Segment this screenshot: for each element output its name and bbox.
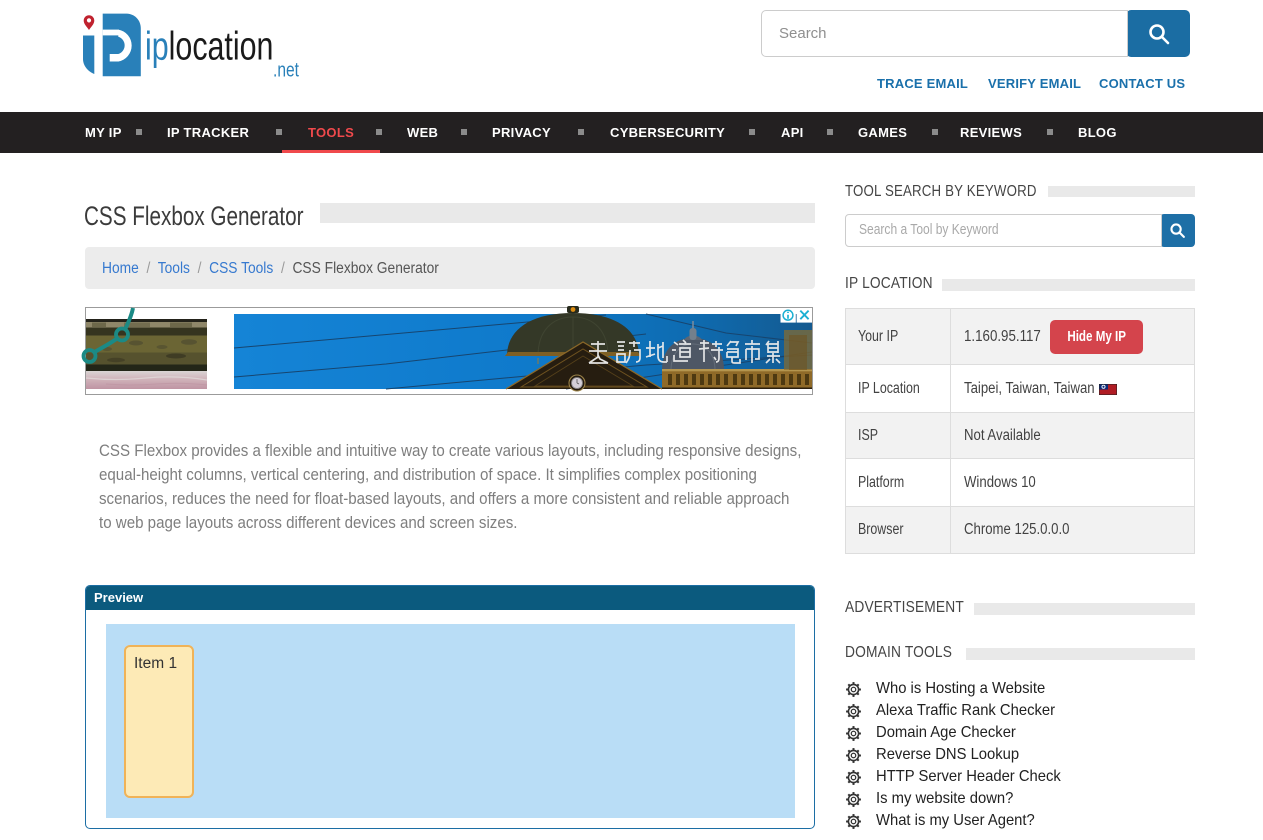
svg-text:.net: .net <box>273 59 299 81</box>
svg-text:iplocation: iplocation <box>145 23 273 68</box>
